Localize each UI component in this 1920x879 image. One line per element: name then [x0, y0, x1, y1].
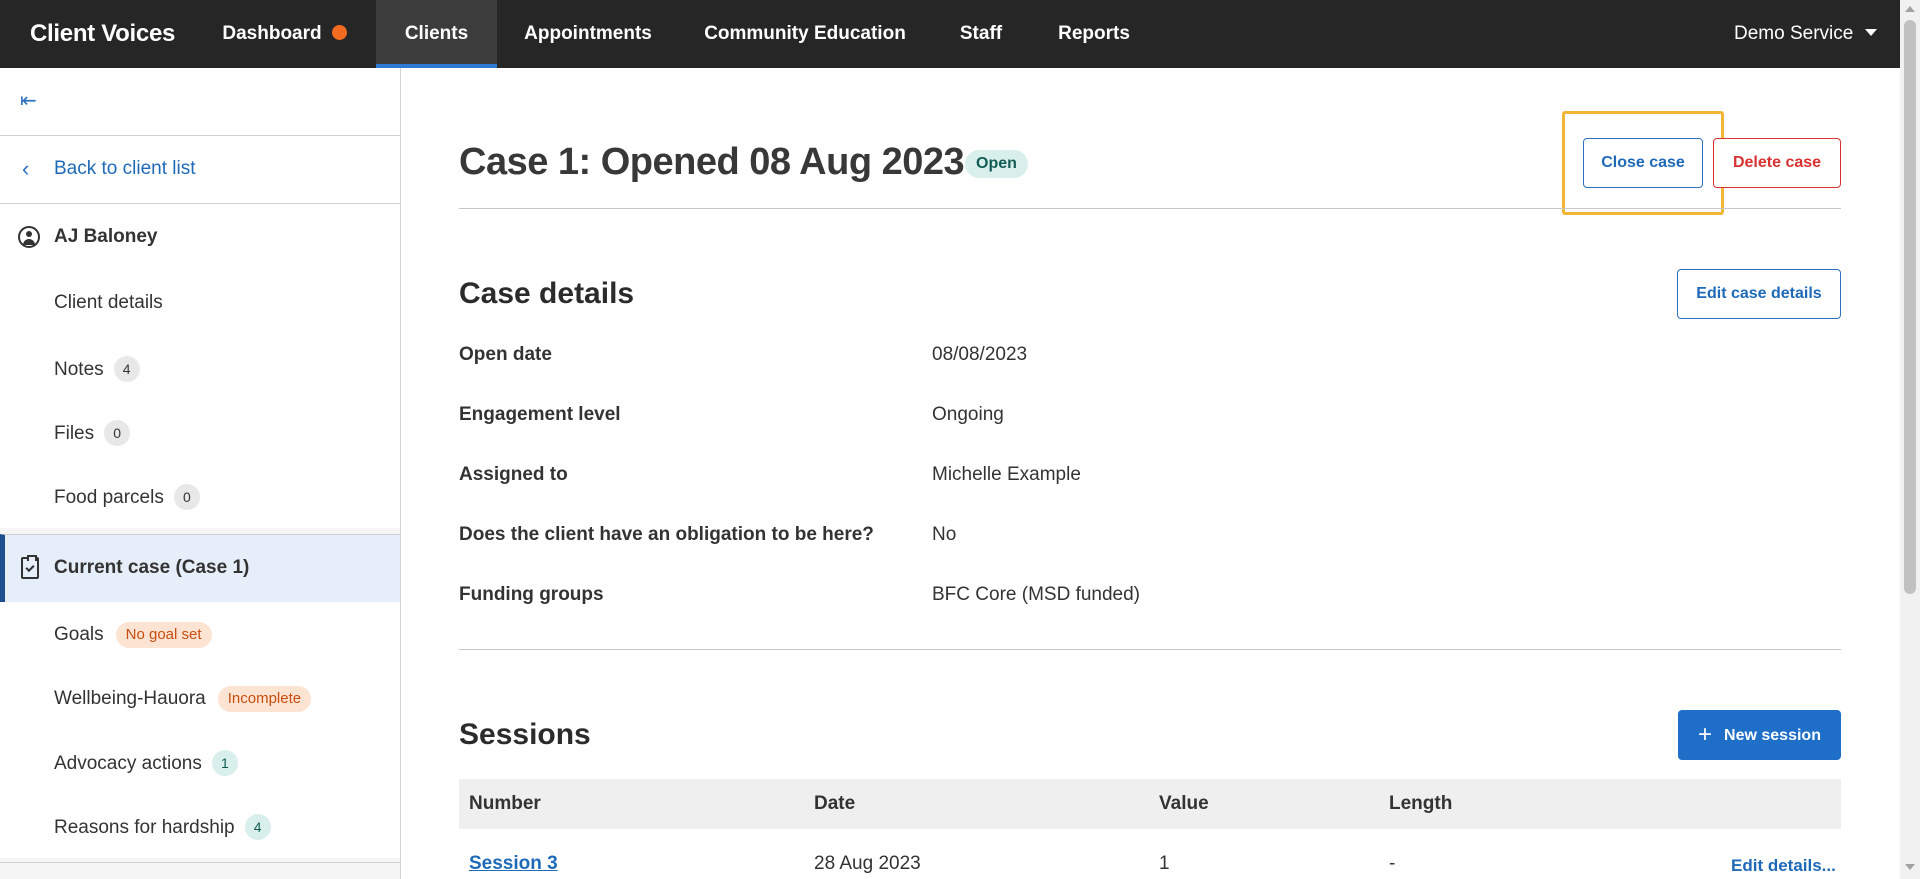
new-session-button[interactable]: + New session — [1678, 710, 1841, 760]
sidebar-divider — [0, 862, 400, 863]
session-value: 1 — [1159, 853, 1170, 874]
notification-dot-icon — [331, 25, 347, 40]
sidebar-item-client-details[interactable]: Client details — [0, 272, 400, 336]
detail-label: Funding groups — [459, 584, 604, 605]
sidebar-item-label: Files — [54, 423, 95, 444]
edit-case-details-button[interactable]: Edit case details — [1677, 269, 1841, 319]
chevron-left-icon: ‹ — [22, 156, 30, 181]
column-header-length: Length — [1389, 793, 1453, 814]
sidebar-item-notes[interactable]: Notes 4 — [0, 336, 400, 400]
divider — [459, 649, 1841, 650]
collapse-sidebar-icon: ⇤ — [20, 90, 37, 112]
collapse-sidebar-button[interactable]: ⇤ — [0, 68, 400, 136]
detail-label: Open date — [459, 344, 552, 365]
detail-label: Assigned to — [459, 464, 568, 485]
main-content: Case 1: Opened 08 Aug 2023 Open Close ca… — [402, 68, 1900, 879]
client-header: AJ Baloney — [0, 204, 400, 272]
nav-clients[interactable]: Clients — [376, 0, 497, 68]
session-date: 28 Aug 2023 — [814, 853, 921, 874]
session-number-link[interactable]: Session 3 — [469, 853, 558, 875]
food-parcels-count-badge: 0 — [173, 484, 200, 510]
notes-count-badge: 4 — [113, 356, 140, 382]
client-sidebar: ⇤ ‹ Back to client list AJ Baloney Clien… — [0, 68, 401, 879]
service-label: Demo Service — [1734, 23, 1854, 44]
app-brand[interactable]: Client Voices — [30, 0, 175, 68]
detail-value: BFC Core (MSD funded) — [932, 584, 1141, 605]
top-navigation: Client Voices Dashboard Clients Appointm… — [0, 0, 1900, 68]
column-header-value: Value — [1159, 793, 1209, 814]
service-selector[interactable]: Demo Service — [1734, 0, 1878, 68]
sidebar-item-label: Wellbeing-Hauora — [54, 688, 206, 709]
sidebar-item-current-case[interactable]: Current case (Case 1) — [0, 534, 400, 602]
status-badge: Open — [965, 150, 1028, 178]
nav-reports-label: Reports — [1058, 23, 1130, 44]
nav-reports[interactable]: Reports — [1048, 0, 1140, 68]
nav-staff[interactable]: Staff — [946, 0, 1016, 68]
sessions-table-header: Number Date Value Length — [459, 779, 1841, 829]
column-header-number: Number — [469, 793, 541, 814]
plus-icon: + — [1698, 721, 1713, 748]
nav-appointments[interactable]: Appointments — [512, 0, 664, 68]
sidebar-item-label: Notes — [54, 359, 104, 380]
nav-staff-label: Staff — [959, 23, 1003, 44]
sessions-heading: Sessions — [459, 718, 591, 751]
page-scrollbar[interactable] — [1900, 0, 1920, 879]
sidebar-item-advocacy-actions[interactable]: Advocacy actions 1 — [0, 730, 400, 794]
detail-value: Michelle Example — [932, 464, 1081, 485]
goals-status-badge: No goal set — [115, 622, 212, 648]
nav-appointments-label: Appointments — [524, 23, 652, 44]
sidebar-item-goals[interactable]: Goals No goal set — [0, 602, 400, 666]
close-case-button[interactable]: Close case — [1583, 138, 1703, 188]
sidebar-item-label: Advocacy actions — [54, 753, 202, 774]
session-length: - — [1389, 853, 1396, 874]
wellbeing-status-badge: Incomplete — [217, 686, 312, 712]
detail-label: Engagement level — [459, 404, 621, 425]
sidebar-item-label: Food parcels — [54, 487, 164, 508]
sidebar-item-files[interactable]: Files 0 — [0, 400, 400, 464]
nav-dashboard[interactable]: Dashboard — [207, 0, 362, 68]
detail-value: No — [932, 524, 957, 545]
case-details-heading: Case details — [459, 277, 635, 310]
hardship-count-badge: 4 — [244, 814, 271, 840]
detail-label: Does the client have an obligation to be… — [459, 524, 874, 545]
sidebar-item-label: Reasons for hardship — [54, 817, 235, 838]
back-to-client-list-label: Back to client list — [54, 158, 196, 179]
new-session-label: New session — [1724, 727, 1821, 744]
nav-clients-label: Clients — [404, 23, 469, 44]
back-to-client-list-link[interactable]: ‹ Back to client list — [0, 136, 400, 204]
person-icon — [18, 226, 40, 248]
scroll-down-arrow-icon[interactable] — [1905, 864, 1915, 870]
edit-session-details-link[interactable]: Edit details... — [1731, 856, 1836, 876]
sidebar-item-food-parcels[interactable]: Food parcels 0 — [0, 464, 400, 528]
detail-value: 08/08/2023 — [932, 344, 1028, 365]
scroll-up-arrow-icon[interactable] — [1905, 6, 1915, 12]
nav-dashboard-label: Dashboard — [222, 23, 322, 44]
divider — [459, 208, 1841, 209]
client-name: AJ Baloney — [54, 226, 158, 247]
caret-down-icon — [1865, 29, 1878, 36]
nav-community-education[interactable]: Community Education — [690, 0, 920, 68]
sidebar-item-label: Goals — [54, 624, 104, 645]
current-case-label: Current case (Case 1) — [54, 557, 250, 578]
page-title: Case 1: Opened 08 Aug 2023 — [459, 141, 965, 183]
delete-case-button[interactable]: Delete case — [1713, 138, 1841, 188]
sidebar-item-label: Client details — [54, 292, 163, 313]
scrollbar-thumb[interactable] — [1904, 20, 1916, 594]
clipboard-check-icon — [21, 555, 39, 579]
nav-community-education-label: Community Education — [704, 23, 906, 44]
column-header-date: Date — [814, 793, 856, 814]
detail-value: Ongoing — [932, 404, 1004, 425]
files-count-badge: 0 — [104, 420, 131, 446]
sidebar-item-reasons-for-hardship[interactable]: Reasons for hardship 4 — [0, 794, 400, 858]
sidebar-item-wellbeing-hauora[interactable]: Wellbeing-Hauora Incomplete — [0, 666, 400, 730]
advocacy-count-badge: 1 — [211, 750, 238, 776]
